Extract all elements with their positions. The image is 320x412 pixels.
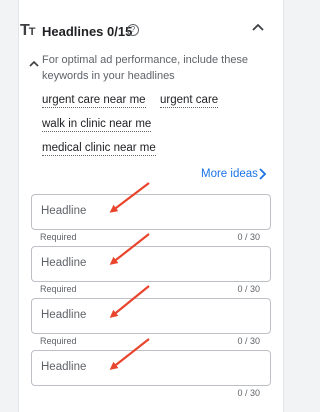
red-arrow-icon — [109, 182, 150, 370]
annotation-arrows — [109, 182, 150, 370]
